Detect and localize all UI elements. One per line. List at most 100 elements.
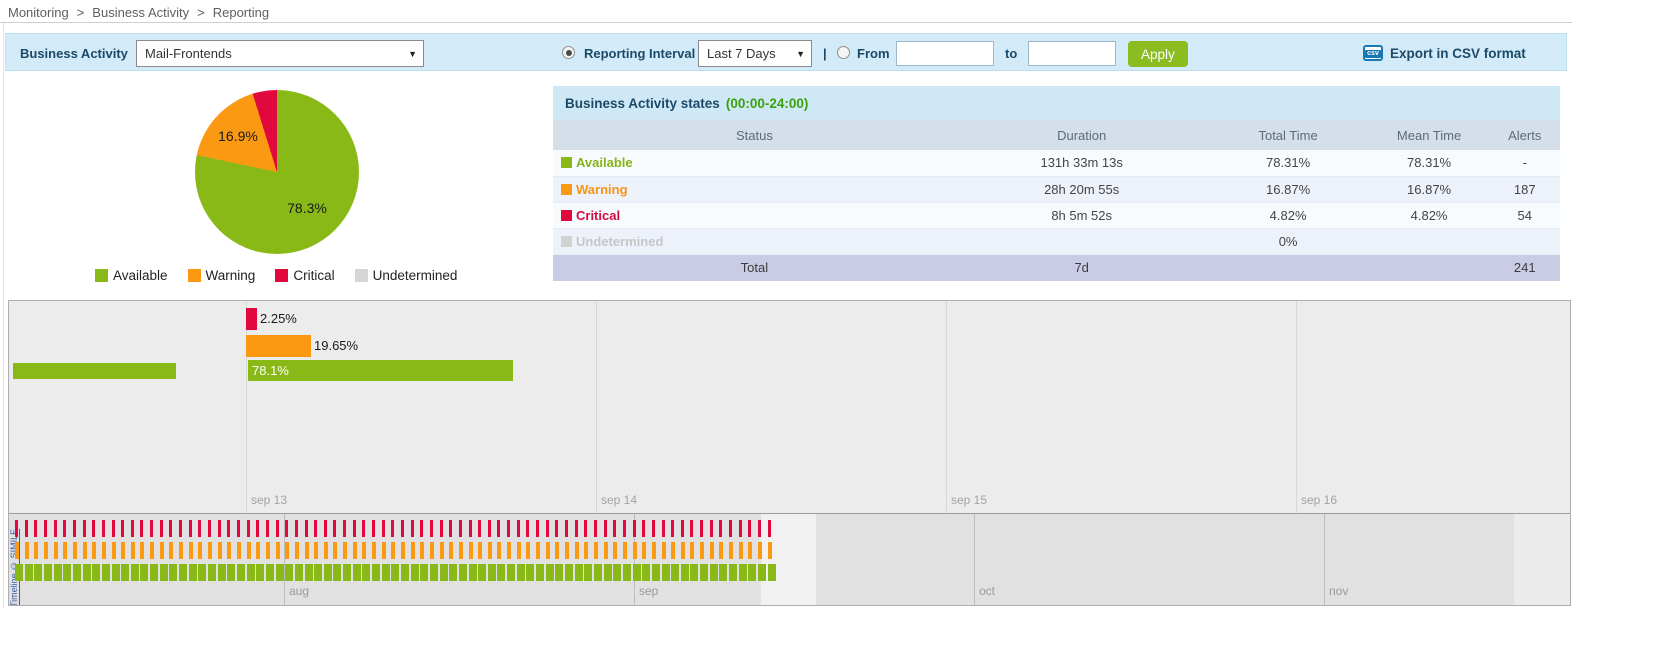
day-label: sep 13 [251,493,287,507]
event-tick-critical [517,520,520,537]
event-tick-warning [719,542,723,559]
event-tick-warning [739,542,743,559]
mean-time-cell: 78.31% [1369,150,1490,176]
business-activity-select[interactable]: Mail-Frontends ▼ [136,40,424,67]
event-tick-warning [237,542,241,559]
table-row: Available131h 33m 13s78.31%78.31%- [553,150,1560,176]
event-tick-warning [401,542,405,559]
day-gridline [946,301,947,513]
event-tick-available [372,564,380,581]
event-tick-warning [382,542,386,559]
event-tick-critical [449,520,452,537]
event-tick-critical [430,520,433,537]
month-label: aug [289,584,309,598]
event-tick-available [92,564,100,581]
event-tick-warning [584,542,588,559]
total-row: Total7d241 [553,254,1560,281]
event-tick-warning [536,542,540,559]
event-tick-critical [411,520,414,537]
event-tick-available [758,564,766,581]
event-tick-warning [131,542,135,559]
event-tick-critical [594,520,597,537]
event-tick-warning [594,542,598,559]
timeline-widget[interactable]: sep 13sep 14sep 15sep 162.25%19.65%78.1%… [8,300,1571,606]
event-tick-available [25,564,33,581]
event-tick-critical [526,520,529,537]
legend-label: Warning [206,268,256,283]
reporting-interval-radio[interactable] [562,46,575,59]
event-tick-critical [719,520,722,537]
breadcrumb-link-reporting[interactable]: Reporting [213,5,269,20]
export-csv-button[interactable]: csv Export in CSV format [1363,34,1526,72]
total-time-cell: 4.82% [1208,202,1369,228]
event-tick-warning [497,542,501,559]
state-bar-warning [246,335,311,357]
event-tick-available [575,564,583,581]
legend-label: Critical [293,268,334,283]
timeline-overview-band[interactable]: Timeline © SIMILE augsepoctnov [9,513,1571,606]
month-gridline [974,514,975,606]
status-square-critical [561,210,572,221]
event-tick-warning [169,542,173,559]
event-tick-available [555,564,563,581]
event-tick-available [420,564,428,581]
event-tick-warning [73,542,77,559]
status-cell: Critical [553,202,956,228]
event-tick-critical [305,520,308,537]
event-tick-warning [411,542,415,559]
event-tick-critical [613,520,616,537]
event-tick-warning [121,542,125,559]
custom-range-radio[interactable] [837,46,850,59]
pie-label-warning: 16.9% [218,128,258,144]
event-tick-available [15,564,23,581]
day-gridline [1296,301,1297,513]
event-tick-available [112,564,120,581]
to-date-input[interactable] [1028,41,1116,66]
event-tick-available [382,564,390,581]
event-tick-warning [34,542,38,559]
event-tick-available [305,564,313,581]
event-tick-available [671,564,679,581]
column-header-duration: Duration [956,120,1208,150]
event-tick-available [584,564,592,581]
legend-item-available: Available [95,268,168,283]
event-tick-available [565,564,573,581]
event-tick-warning [662,542,666,559]
event-tick-available [613,564,621,581]
event-tick-available [633,564,641,581]
event-tick-critical [160,520,163,537]
breadcrumb-link-monitoring[interactable]: Monitoring [8,5,69,20]
event-tick-warning [198,542,202,559]
event-tick-critical [565,520,568,537]
availability-pie-chart: 78.3% 16.9% AvailableWarningCriticalUnde… [0,86,545,296]
breadcrumb-separator: > [197,5,205,20]
event-tick-critical [25,520,28,537]
from-date-input[interactable] [896,41,994,66]
event-tick-warning [507,542,511,559]
column-header-total-time: Total Time [1208,120,1369,150]
day-label: sep 15 [951,493,987,507]
event-tick-available [353,564,361,581]
total-label: Total [553,254,956,281]
event-tick-warning [227,542,231,559]
event-tick-available [121,564,129,581]
legend-item-warning: Warning [188,268,256,283]
event-tick-warning [652,542,656,559]
event-tick-critical [73,520,76,537]
interval-select[interactable]: Last 7 Days ▼ [698,40,812,67]
apply-button[interactable]: Apply [1128,41,1188,67]
total-mean-time [1369,254,1490,281]
breadcrumb-link-business-activity[interactable]: Business Activity [92,5,189,20]
event-tick-available [526,564,534,581]
event-tick-critical [237,520,240,537]
event-tick-warning [671,542,675,559]
event-tick-warning [430,542,434,559]
timeline-right-highlight [1514,514,1571,606]
event-tick-critical [575,520,578,537]
total-time-cell: 78.31% [1208,150,1369,176]
event-tick-warning [565,542,569,559]
day-gridline [246,301,247,513]
table-row: Critical8h 5m 52s4.82%4.82%54 [553,202,1560,228]
event-tick-critical [34,520,37,537]
event-tick-available [391,564,399,581]
